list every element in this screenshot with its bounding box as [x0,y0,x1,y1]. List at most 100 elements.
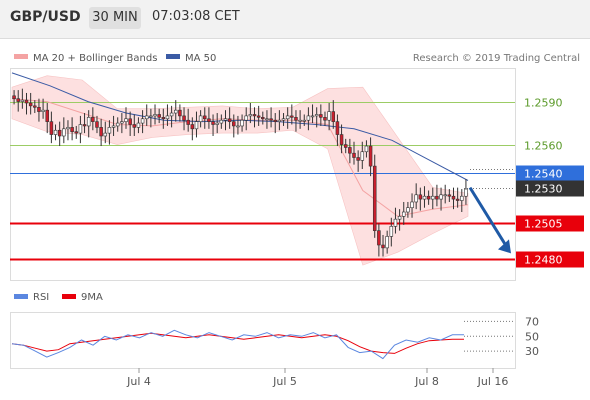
rsi-plot-area: 70 50 30 [11,315,539,360]
pivot-label: 1.2540 [524,168,563,181]
candle-body [310,115,315,118]
candle-body [186,119,190,125]
candle-body [161,117,166,120]
forecast-arrow-shaft [468,186,509,249]
candle-body [62,128,66,137]
resistance-label: 1.2590 [524,97,563,110]
rsi-legend-swatch [14,294,28,299]
candle-body [149,115,153,118]
candle-body [285,115,290,120]
candle-body [66,127,70,130]
x-tick-label: Jul 5 [272,375,297,388]
candle-body [455,198,460,201]
ma9-legend-swatch [62,294,76,299]
candle-body [306,115,311,121]
candle-body [70,127,74,132]
support-label: 1.2505 [524,218,563,231]
candle-body [460,195,464,201]
candle-body [111,125,116,128]
candle-body [381,244,385,249]
candle-body [443,194,447,197]
candle-body [107,127,112,134]
candle-body [393,218,398,227]
x-tick-label: Jul 4 [126,375,151,388]
candle-body [28,102,33,107]
candle-body [273,119,277,122]
candle-body [331,111,336,122]
candle-body [435,195,439,200]
candle-body [41,109,45,112]
bollinger-band-fill [11,75,469,266]
candle-body [190,124,195,130]
candle-body [327,111,331,121]
candle-body [140,118,145,124]
candle-body [364,145,369,153]
candle-body [389,226,394,237]
candle-body [323,117,327,121]
candle-body [91,117,95,122]
candle-body [343,144,348,148]
candle-body [431,195,435,200]
candle [372,154,377,238]
candle-body [439,194,443,200]
candle-body [314,114,319,117]
candle-body [368,145,373,167]
candle-body [53,129,58,135]
candle-body [207,118,211,122]
candle-body [37,106,41,112]
rsi-legend-label: RSI [33,292,49,303]
candle-body [132,124,137,128]
ma50-legend-swatch [166,54,180,59]
rsi-tick-label: 50 [525,330,539,343]
candle-body [451,195,456,200]
candle-body [372,165,377,231]
candle-body [281,118,286,121]
candle-body [99,127,103,137]
candle-body [397,216,402,220]
candle-body [248,114,253,117]
candle-body [153,114,157,117]
rsi-line [11,329,464,360]
candle-body [244,115,248,121]
candle-body [124,118,128,122]
candle-body [95,121,99,128]
candle-body [215,122,219,125]
ma20-legend-label: MA 20 + Bollinger Bands [33,53,157,64]
candle-body [356,157,360,161]
x-axis: Jul 4 Jul 5 Jul 8 Jul 16 [126,368,508,388]
candle-body [57,129,62,137]
candle-body [418,194,423,200]
candle-body [352,152,356,158]
source-credit: Research © 2019 Trading Central [413,53,580,64]
candle-body [385,236,389,249]
candle-body [335,121,340,135]
candle-body [103,132,108,137]
candle-body [447,194,452,197]
candle-body [290,115,294,118]
candle-body [426,195,431,200]
candle-body [219,119,224,124]
ma50-legend-label: MA 50 [185,53,216,64]
candle-body [178,109,182,117]
candle-body [223,118,228,121]
rsi-tick-label: 30 [525,345,539,358]
candle-body [302,119,307,122]
candle-body [240,119,244,127]
candle-body [82,124,87,127]
candle-body [227,118,232,122]
candle-body [120,121,124,124]
candle-body [12,95,16,99]
candle-body [211,121,215,125]
forecast-arrow [468,186,511,254]
candle-body [49,121,54,135]
candle-body [422,195,427,200]
candle-body [165,115,170,120]
ma9-legend-label: 9MA [81,292,103,303]
candle-body [198,115,203,122]
candle-body [339,134,344,145]
x-tick-label: Jul 8 [414,375,439,388]
main-plot-area: 1.2590 1.2560 1.2540 1.2530 1.2505 1.2480 [10,72,584,268]
candle-body [319,114,323,118]
candle-body [256,115,261,118]
candle-body [294,117,298,121]
